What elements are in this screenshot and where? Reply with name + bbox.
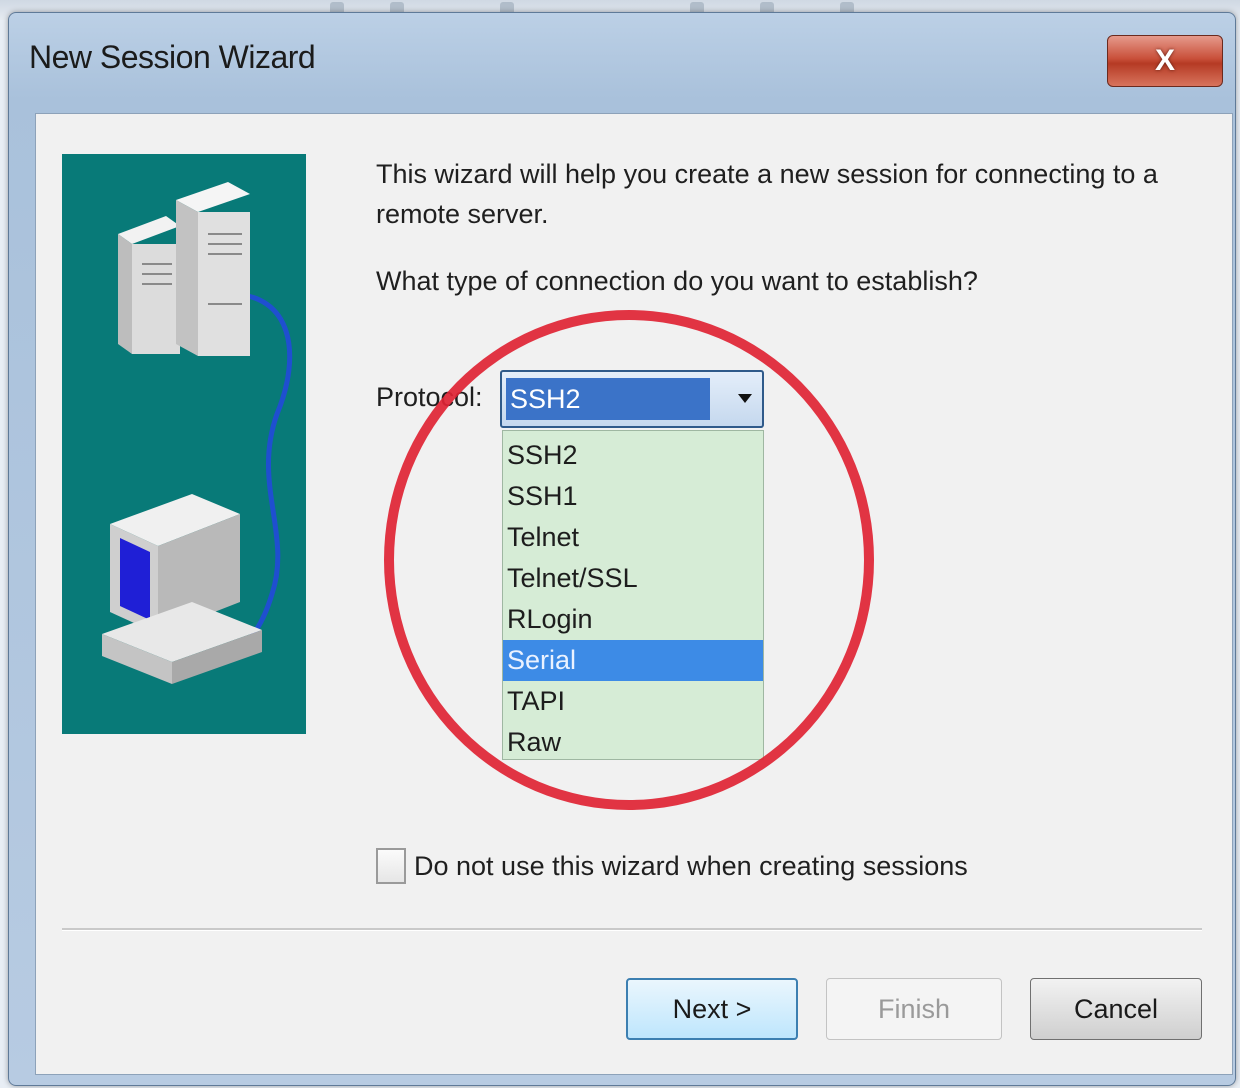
wizard-illustration [62,154,306,734]
protocol-option-ssh2[interactable]: SSH2 [503,435,763,476]
connection-question: What type of connection do you want to e… [376,266,978,296]
protocol-option-telnet[interactable]: Telnet [503,517,763,558]
wizard-dialog: New Session Wizard X This wizard will he… [8,12,1236,1086]
close-icon: X [1154,44,1175,77]
wizard-intro-text: This wizard will help you create a new s… [376,159,1158,229]
protocol-option-ssh1[interactable]: SSH1 [503,476,763,517]
close-button[interactable]: X [1107,35,1223,87]
dont-use-wizard-row: Do not use this wizard when creating ses… [376,848,968,884]
server-tower-icon [176,182,250,356]
computer-workstation-icon [102,494,262,684]
dialog-body: This wizard will help you create a new s… [35,113,1233,1075]
finish-button[interactable]: Finish [826,978,1002,1040]
protocol-option-telnet-ssl[interactable]: Telnet/SSL [503,558,763,599]
dialog-title: New Session Wizard [29,39,316,75]
protocol-option-tapi[interactable]: TAPI [503,681,763,722]
protocol-option-serial[interactable]: Serial [503,640,763,681]
dont-use-wizard-label: Do not use this wizard when creating ses… [414,850,968,881]
button-separator [62,928,1202,931]
next-button[interactable]: Next > [626,978,798,1040]
monitor-screen [120,538,150,620]
cancel-button[interactable]: Cancel [1030,978,1202,1040]
protocol-dropdown-list: SSH2 SSH1 Telnet Telnet/SSL RLogin Seria… [502,430,764,760]
protocol-select[interactable]: SSH2 [500,370,764,428]
protocol-option-raw[interactable]: Raw [503,722,763,763]
server-tower-icon [118,216,180,354]
protocol-option-rlogin[interactable]: RLogin [503,599,763,640]
protocol-selected-value: SSH2 [506,378,710,420]
dropdown-arrow-icon[interactable] [738,394,752,403]
network-illustration [102,182,293,684]
dont-use-wizard-checkbox[interactable] [376,848,406,884]
protocol-label: Protocol: [376,382,483,412]
